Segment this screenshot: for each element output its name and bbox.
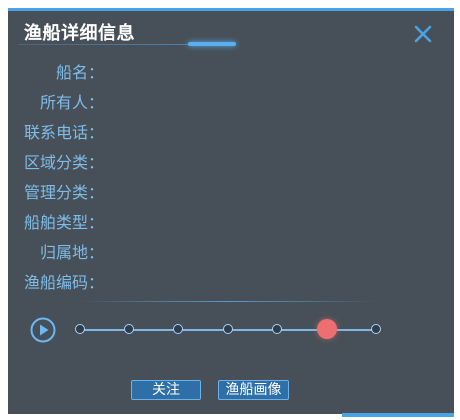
timeline-node[interactable] [124, 324, 134, 334]
field-label-region-category: 区域分类： [23, 153, 104, 172]
field-label-vessel-type: 船舶类型： [23, 213, 104, 232]
timeline-node[interactable] [173, 324, 183, 334]
field-label-boat-name: 船名： [55, 63, 104, 82]
title-glow-accent [188, 42, 236, 46]
field-label-owner: 所有人： [39, 93, 104, 112]
timeline-node[interactable] [371, 324, 381, 334]
fishing-boat-detail-dialog: 渔船详细信息 船名： 所有人： 联系电话： 区域分类： 管理分类： 船舶类型： … [8, 8, 454, 417]
close-icon[interactable] [412, 23, 434, 45]
timeline-node[interactable] [272, 324, 282, 334]
bottom-accent-bar [342, 413, 454, 417]
boat-images-button[interactable]: 渔船画像 [218, 380, 289, 400]
timeline-node-active[interactable] [317, 319, 337, 339]
follow-button[interactable]: 关注 [131, 380, 201, 400]
play-icon[interactable] [30, 317, 56, 343]
field-label-home-port: 归属地： [39, 243, 104, 262]
timeline-node[interactable] [75, 324, 85, 334]
field-label-boat-code: 渔船编码： [23, 273, 104, 292]
field-label-management-category: 管理分类： [23, 183, 104, 202]
section-divider [78, 301, 378, 302]
dialog-title: 渔船详细信息 [24, 23, 135, 44]
timeline-node[interactable] [223, 324, 233, 334]
field-label-phone: 联系电话： [23, 123, 104, 142]
